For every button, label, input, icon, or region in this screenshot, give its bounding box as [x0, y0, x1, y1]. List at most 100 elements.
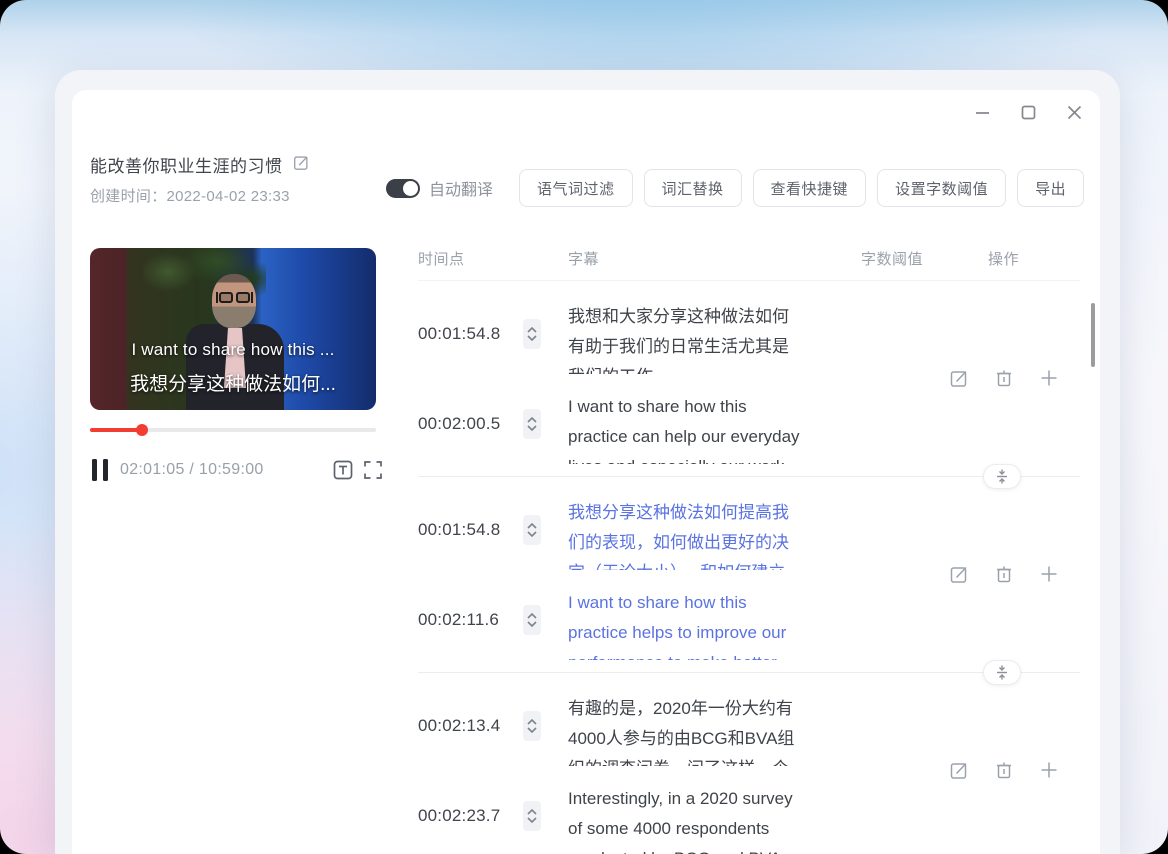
- chevron-down-icon: [527, 817, 537, 823]
- time-stepper[interactable]: [523, 801, 541, 831]
- edit-row-button[interactable]: [948, 563, 970, 585]
- timestamp: 00:02:23.7: [418, 806, 506, 826]
- time-stepper[interactable]: [523, 319, 541, 349]
- delete-row-button[interactable]: [993, 367, 1015, 389]
- time-stepper[interactable]: [523, 711, 541, 741]
- maximize-button[interactable]: [1018, 102, 1038, 122]
- subtitle-text[interactable]: I want to share how this practice can he…: [568, 392, 801, 464]
- add-row-button[interactable]: [1038, 759, 1060, 781]
- subtitle-text[interactable]: 有趣的是，2020年一份大约有4000人参与的由BCG和BVA组织的调查问卷，问…: [568, 694, 801, 766]
- timestamp: 00:01:54.8: [418, 324, 506, 344]
- video-thumbnail[interactable]: I want to share how this ... 我想分享这种做法如何.…: [90, 248, 376, 410]
- plus-icon: [1038, 367, 1060, 389]
- subtitle-row-group: 00:02:13.4 有趣的是，2020年一份大约有4000人参与的由BCG和B…: [418, 673, 1080, 854]
- edit-row-button[interactable]: [948, 759, 970, 781]
- toggle-knob: [403, 181, 418, 196]
- subtitle-text[interactable]: Interestingly, in a 2020 survey of some …: [568, 784, 801, 854]
- table-row: 00:02:00.5 I want to share how this prac…: [418, 392, 1080, 464]
- export-button[interactable]: 导出: [1017, 169, 1084, 207]
- desktop-background: 能改善你职业生涯的习惯 创建时间：2022-04-02 23:33 自动翻译 语…: [0, 0, 1168, 854]
- progress-handle[interactable]: [136, 424, 148, 436]
- maximize-icon: [1019, 103, 1038, 122]
- video-subtitle-zh: 我想分享这种做法如何...: [90, 369, 376, 396]
- vocab-replace-button[interactable]: 词汇替换: [644, 169, 742, 207]
- playback-time: 02:01:05 / 10:59:00: [120, 461, 264, 479]
- trash-icon: [993, 563, 1015, 585]
- chevron-up-icon: [527, 327, 537, 333]
- chevron-up-icon: [527, 613, 537, 619]
- minimize-button[interactable]: [972, 102, 992, 122]
- timestamp: 00:02:13.4: [418, 716, 506, 736]
- auto-translate-label: 自动翻译: [429, 176, 493, 200]
- edit-icon: [948, 759, 970, 781]
- close-icon: [1065, 103, 1084, 122]
- table-header: 时间点 字幕 字数阈值 操作: [418, 240, 1080, 281]
- progress-bar[interactable]: [90, 428, 376, 432]
- created-time-label: 创建时间：2022-04-02 23:33: [90, 185, 290, 206]
- merge-rows-button[interactable]: [983, 660, 1021, 685]
- edit-icon: [948, 367, 970, 389]
- progress-fill: [90, 428, 141, 432]
- table-scrollbar[interactable]: [1091, 303, 1095, 367]
- filler-word-filter-button[interactable]: 语气词过滤: [519, 169, 633, 207]
- chevron-down-icon: [527, 335, 537, 341]
- merge-icon: [996, 469, 1008, 484]
- timestamp: 00:02:11.6: [418, 610, 506, 630]
- table-row: 00:01:54.8 我想和大家分享这种做法如何有助于我们的日常生活尤其是我们的…: [418, 302, 1080, 374]
- table-row: 00:02:11.6 I want to share how this prac…: [418, 588, 1080, 660]
- trash-icon: [993, 759, 1015, 781]
- subtitle-text[interactable]: 我想分享这种做法如何提高我们的表现，如何做出更好的决定（无论大小）， 和如何建立: [568, 498, 801, 570]
- minimize-icon: [973, 103, 992, 122]
- chevron-down-icon: [527, 425, 537, 431]
- app-window: 能改善你职业生涯的习惯 创建时间：2022-04-02 23:33 自动翻译 语…: [55, 70, 1120, 854]
- close-button[interactable]: [1064, 102, 1084, 122]
- merge-icon: [996, 665, 1008, 680]
- subtitle-row-group-active: 00:01:54.8 我想分享这种做法如何提高我们的表现，如何做出更好的决定（无…: [418, 477, 1080, 673]
- chevron-up-icon: [527, 417, 537, 423]
- time-stepper[interactable]: [523, 409, 541, 439]
- trash-icon: [993, 367, 1015, 389]
- table-row: 00:02:23.7 Interestingly, in a 2020 surv…: [418, 784, 1080, 854]
- view-shortcuts-button[interactable]: 查看快捷键: [753, 169, 867, 207]
- main-panel: 能改善你职业生涯的习惯 创建时间：2022-04-02 23:33 自动翻译 语…: [72, 90, 1100, 854]
- chevron-down-icon: [527, 531, 537, 537]
- set-word-threshold-button[interactable]: 设置字数阈值: [877, 169, 1006, 207]
- col-header-threshold: 字数阈值: [861, 248, 923, 269]
- table-row: 00:01:54.8 我想分享这种做法如何提高我们的表现，如何做出更好的决定（无…: [418, 498, 1080, 570]
- chevron-down-icon: [527, 621, 537, 627]
- subtitle-row-group: 00:01:54.8 我想和大家分享这种做法如何有助于我们的日常生活尤其是我们的…: [418, 281, 1080, 477]
- fullscreen-icon: [362, 459, 384, 481]
- col-header-time: 时间点: [418, 248, 465, 269]
- pause-button[interactable]: [92, 459, 108, 481]
- edit-title-icon[interactable]: [292, 153, 310, 176]
- add-row-button[interactable]: [1038, 563, 1060, 585]
- subtitle-text[interactable]: 我想和大家分享这种做法如何有助于我们的日常生活尤其是我们的工作: [568, 302, 801, 374]
- toolbar: 语气词过滤 词汇替换 查看快捷键 设置字数阈值 导出: [519, 169, 1084, 207]
- add-row-button[interactable]: [1038, 367, 1060, 389]
- video-subtitle-en: I want to share how this ...: [90, 340, 376, 360]
- subtitle-t-icon: [332, 459, 354, 481]
- merge-rows-button[interactable]: [983, 464, 1021, 489]
- time-stepper[interactable]: [523, 605, 541, 635]
- plus-icon: [1038, 759, 1060, 781]
- edit-icon: [948, 563, 970, 585]
- subtitle-table: 时间点 字幕 字数阈值 操作 00:01:54.8: [418, 240, 1080, 854]
- edit-row-button[interactable]: [948, 367, 970, 389]
- auto-translate-toggle[interactable]: [386, 179, 420, 198]
- subtitle-toggle-button[interactable]: [332, 459, 354, 481]
- timestamp: 00:02:00.5: [418, 414, 506, 434]
- plus-icon: [1038, 563, 1060, 585]
- time-stepper[interactable]: [523, 515, 541, 545]
- delete-row-button[interactable]: [993, 563, 1015, 585]
- subtitle-text[interactable]: I want to share how this practice helps …: [568, 588, 801, 660]
- fullscreen-button[interactable]: [362, 459, 384, 481]
- col-header-subtitle: 字幕: [568, 248, 599, 269]
- delete-row-button[interactable]: [993, 759, 1015, 781]
- col-header-operation: 操作: [988, 248, 1019, 269]
- chevron-up-icon: [527, 523, 537, 529]
- table-row: 00:02:13.4 有趣的是，2020年一份大约有4000人参与的由BCG和B…: [418, 694, 1080, 766]
- chevron-up-icon: [527, 809, 537, 815]
- chevron-up-icon: [527, 719, 537, 725]
- window-controls: [972, 102, 1084, 122]
- timestamp: 00:01:54.8: [418, 520, 506, 540]
